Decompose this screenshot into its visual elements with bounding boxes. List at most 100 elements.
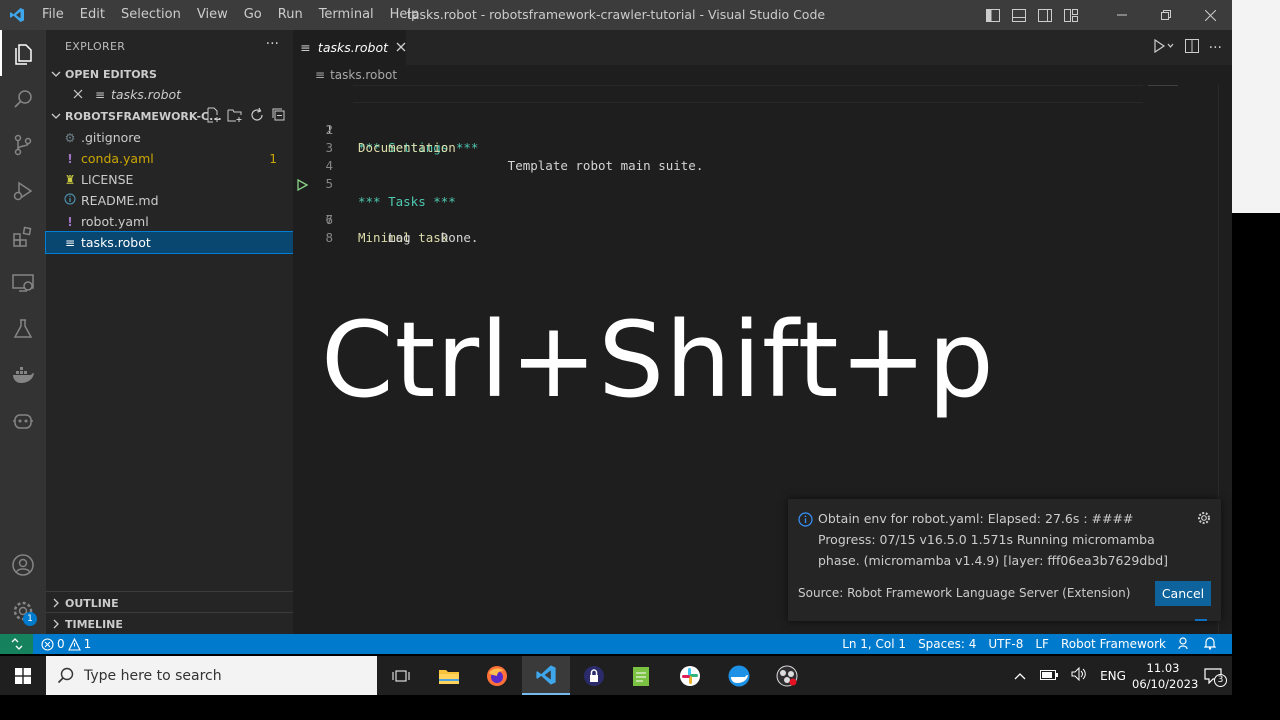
run-dropdown-icon[interactable]: [1153, 38, 1175, 57]
toggle-secondary-sidebar-icon[interactable]: [1032, 0, 1058, 30]
menu-help[interactable]: Help: [382, 0, 428, 30]
minimize-button[interactable]: [1100, 0, 1144, 30]
volume-icon[interactable]: [1064, 666, 1094, 684]
menu-file[interactable]: File: [34, 0, 72, 30]
end-of-line[interactable]: LF: [1029, 637, 1055, 651]
cancel-button[interactable]: Cancel: [1155, 581, 1211, 606]
tab-label: tasks.robot: [317, 40, 388, 55]
split-editor-icon[interactable]: [1184, 38, 1199, 57]
run-debug-icon[interactable]: [0, 168, 46, 214]
folder-section[interactable]: ROBOTSFRAMEWORK-C...: [46, 105, 293, 127]
outline-label: OUTLINE: [65, 596, 119, 610]
explorer-sidebar: EXPLORER ··· OPEN EDITORS ≡ tasks.robot …: [45, 30, 294, 635]
title-bar: File Edit Selection View Go Run Terminal…: [0, 0, 1232, 30]
robot-icon[interactable]: [0, 398, 46, 444]
file-row[interactable]: ! conda.yaml 1: [46, 148, 293, 169]
warning-icon: [67, 637, 81, 651]
new-folder-icon[interactable]: [227, 107, 243, 126]
cursor-position[interactable]: Ln 1, Col 1: [836, 637, 912, 651]
open-editors-section[interactable]: OPEN EDITORS: [46, 63, 293, 85]
file-row-selected[interactable]: ≡ tasks.robot: [45, 231, 294, 254]
line-text: Log Done.: [358, 230, 479, 245]
file-name: LICENSE: [81, 172, 134, 187]
close-editor-icon[interactable]: [71, 88, 85, 102]
timeline-section[interactable]: TIMELINE: [46, 613, 293, 635]
input-language[interactable]: ENG: [1094, 669, 1132, 683]
chevron-right-icon: [46, 619, 65, 629]
chevron-right-icon: [46, 598, 65, 608]
menu-go[interactable]: Go: [236, 0, 270, 30]
action-center-icon[interactable]: 3: [1194, 667, 1232, 687]
progress-notification: Obtain env for robot.yaml: Elapsed: 27.6…: [788, 499, 1221, 621]
menu-run[interactable]: Run: [270, 0, 311, 30]
show-hidden-icons-chevron-up-icon[interactable]: [1006, 669, 1034, 683]
close-tab-icon[interactable]: [396, 40, 406, 55]
source-control-icon[interactable]: [0, 122, 46, 168]
lines-file-icon: ≡: [94, 87, 106, 102]
menu-view[interactable]: View: [189, 0, 236, 30]
system-tray: ENG 11.03 06/10/2023 3: [1006, 656, 1232, 695]
file-row[interactable]: ! robot.yaml: [46, 211, 293, 232]
remote-indicator[interactable]: [0, 634, 33, 654]
code-line: 2 Documentation Template robot main suit…: [293, 103, 1143, 173]
toggle-primary-sidebar-icon[interactable]: [980, 0, 1006, 30]
collapse-all-icon[interactable]: [271, 107, 287, 126]
start-button[interactable]: [0, 656, 46, 695]
feedback-icon[interactable]: [1172, 636, 1198, 653]
notepad-icon[interactable]: [617, 656, 665, 695]
accounts-icon[interactable]: [0, 542, 46, 588]
problems-indicator[interactable]: 0 1: [41, 634, 91, 654]
open-editor-item[interactable]: ≡ tasks.robot: [46, 84, 293, 105]
file-row[interactable]: ⚙ .gitignore: [46, 127, 293, 148]
encoding[interactable]: UTF-8: [982, 637, 1029, 651]
manage-gear-icon[interactable]: 1: [0, 588, 46, 634]
license-icon: ♜: [64, 172, 76, 187]
menu-selection[interactable]: Selection: [113, 0, 189, 30]
battery-icon[interactable]: [1034, 669, 1064, 683]
progress-indicator: [1195, 619, 1207, 621]
lines-file-icon: ≡: [300, 40, 311, 55]
error-count: 0: [57, 637, 65, 651]
code-line: 8: [293, 211, 1143, 245]
breadcrumb-file[interactable]: tasks.robot: [330, 68, 397, 82]
menu-edit[interactable]: Edit: [72, 0, 113, 30]
minimap[interactable]: [1148, 85, 1178, 89]
gear-icon[interactable]: [1197, 511, 1211, 528]
restore-button[interactable]: [1144, 0, 1188, 30]
new-file-icon[interactable]: [205, 107, 221, 126]
close-window-button[interactable]: [1188, 0, 1232, 30]
search-icon[interactable]: [0, 76, 46, 122]
task-view-icon[interactable]: [377, 656, 425, 695]
more-actions-icon[interactable]: ···: [266, 36, 279, 52]
tab-tasks-robot[interactable]: ≡ tasks.robot: [293, 30, 406, 65]
slack-icon[interactable]: [666, 656, 714, 695]
file-row[interactable]: README.md: [46, 190, 293, 211]
file-explorer-icon[interactable]: [425, 656, 473, 695]
error-icon: [41, 637, 54, 651]
language-mode[interactable]: Robot Framework: [1055, 637, 1172, 651]
indentation[interactable]: Spaces: 4: [912, 637, 982, 651]
menu-terminal[interactable]: Terminal: [311, 0, 382, 30]
vscode-taskbar-icon[interactable]: [522, 656, 570, 695]
toggle-panel-icon[interactable]: [1006, 0, 1032, 30]
taskbar-search[interactable]: Type here to search: [46, 656, 377, 695]
extensions-icon[interactable]: [0, 214, 46, 260]
outline-section[interactable]: OUTLINE: [46, 592, 293, 614]
remote-explorer-icon[interactable]: [0, 260, 46, 306]
lines-file-icon: ≡: [64, 235, 76, 250]
docker-icon[interactable]: [0, 352, 46, 398]
customize-layout-icon[interactable]: [1058, 0, 1084, 30]
file-name: tasks.robot: [81, 235, 151, 250]
refresh-icon[interactable]: [249, 107, 265, 126]
clock[interactable]: 11.03 06/10/2023: [1132, 660, 1198, 692]
file-row[interactable]: ♜ LICENSE: [46, 169, 293, 190]
vpn-lock-icon[interactable]: [570, 656, 618, 695]
docker-desktop-icon[interactable]: [715, 656, 763, 695]
firefox-icon[interactable]: [473, 656, 521, 695]
more-actions-icon[interactable]: ···: [1209, 40, 1222, 56]
explorer-icon[interactable]: [0, 30, 46, 76]
obs-studio-icon[interactable]: [763, 656, 811, 695]
testing-flask-icon[interactable]: [0, 306, 46, 352]
explorer-title: EXPLORER: [65, 40, 126, 53]
notifications-bell-icon[interactable]: [1198, 636, 1222, 653]
